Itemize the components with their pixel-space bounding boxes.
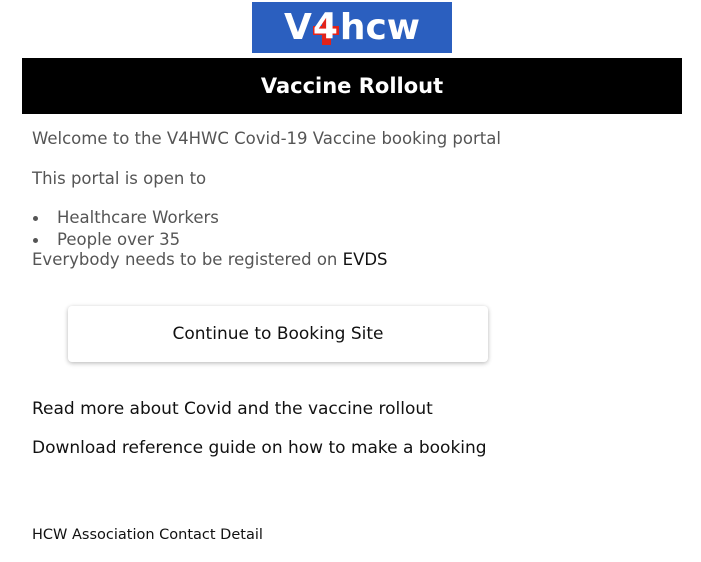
list-item: People over 35 bbox=[32, 229, 219, 251]
logo-text-hcw: hcw bbox=[339, 6, 421, 48]
logo-text-4: 4 bbox=[312, 5, 338, 47]
page-title: Vaccine Rollout bbox=[260, 74, 444, 98]
evds-link[interactable]: EVDS bbox=[343, 250, 388, 269]
logo-wordmark: V 4 hcw bbox=[283, 6, 421, 48]
audience-list: Healthcare Workers People over 35 bbox=[32, 207, 219, 251]
list-item: Healthcare Workers bbox=[32, 207, 219, 229]
download-guide-link[interactable]: Download reference guide on how to make … bbox=[32, 438, 487, 458]
registration-prefix: Everybody needs to be registered on bbox=[32, 250, 343, 269]
welcome-text: Welcome to the V4HWC Covid-19 Vaccine bo… bbox=[32, 129, 501, 148]
red-cross-icon: 4 bbox=[312, 8, 339, 45]
page: V 4 hcw Vaccine Rollout Welcome to the V… bbox=[0, 0, 701, 562]
continue-to-booking-button[interactable]: Continue to Booking Site bbox=[68, 306, 488, 362]
portal-open-text: This portal is open to bbox=[32, 169, 207, 188]
read-more-link[interactable]: Read more about Covid and the vaccine ro… bbox=[32, 399, 433, 419]
page-title-banner: Vaccine Rollout bbox=[22, 58, 682, 114]
registration-text: Everybody needs to be registered on EVDS bbox=[32, 250, 388, 269]
logo-text-v: V bbox=[283, 6, 312, 48]
v4hcw-logo: V 4 hcw bbox=[252, 2, 452, 53]
contact-detail-link[interactable]: HCW Association Contact Detail bbox=[32, 527, 263, 543]
